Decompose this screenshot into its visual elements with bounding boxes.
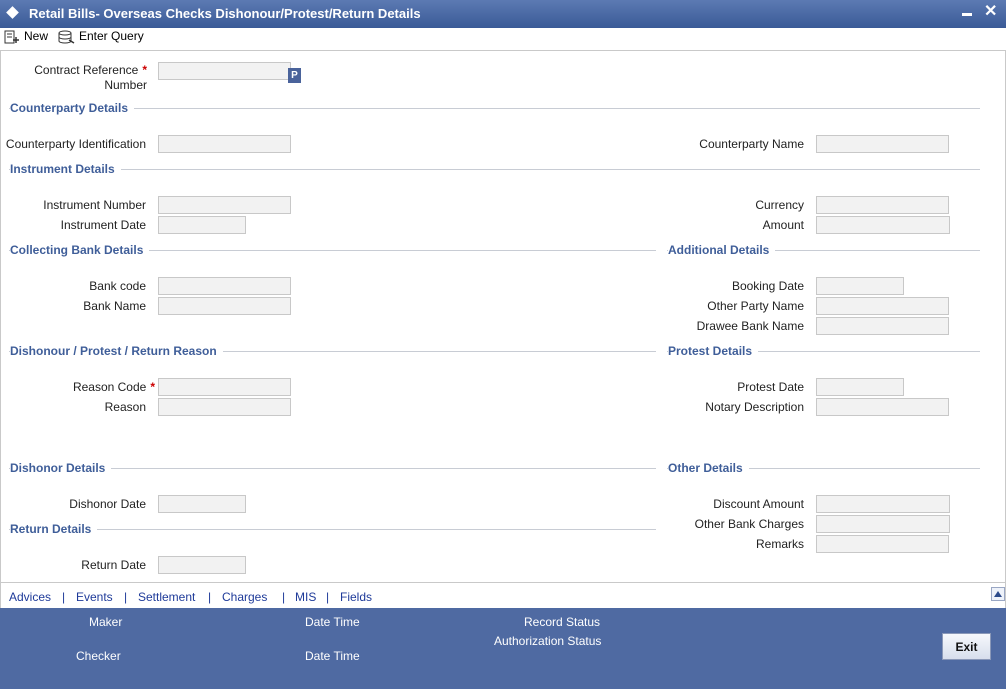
tab-separator: | <box>124 590 128 604</box>
discount-amount-input[interactable] <box>816 495 950 513</box>
amount-label: Amount <box>762 218 804 232</box>
record-status-label: Record Status <box>524 615 601 629</box>
tab-mis[interactable]: MIS <box>295 590 316 604</box>
drawee-bank-name-label: Drawee Bank Name <box>696 319 804 333</box>
dishonor-date-input[interactable] <box>158 495 246 513</box>
checker-date-time-label: Date Time <box>305 649 360 663</box>
counterparty-identification-label: Counterparty Identification <box>5 137 146 151</box>
reason-code-input[interactable] <box>158 378 291 396</box>
app-diamond-icon <box>6 6 19 19</box>
other-bank-charges-input[interactable] <box>816 515 950 533</box>
counterparty-section-title: Counterparty Details <box>10 101 135 115</box>
booking-date-input[interactable] <box>816 277 904 295</box>
new-label: New <box>24 29 49 43</box>
remarks-input[interactable] <box>816 535 949 553</box>
reason-label: Reason <box>104 400 146 414</box>
reason-code-label-text: Reason Code <box>72 380 147 394</box>
instrument-number-label: Instrument Number <box>43 198 146 212</box>
section-divider <box>9 108 980 109</box>
other-section-title: Other Details <box>668 461 749 475</box>
notary-description-input[interactable] <box>816 398 949 416</box>
protest-date-input[interactable] <box>816 378 904 396</box>
contract-reference-label-line2: Number <box>104 78 147 92</box>
instrument-date-input[interactable] <box>158 216 246 234</box>
other-party-name-input[interactable] <box>816 297 949 315</box>
return-date-input[interactable] <box>158 556 246 574</box>
new-icon <box>4 30 19 44</box>
return-date-label: Return Date <box>81 558 146 572</box>
booking-date-label: Booking Date <box>731 279 804 293</box>
contract-reference-input[interactable] <box>158 62 291 80</box>
close-icon[interactable]: ✕ <box>984 3 997 21</box>
counterparty-name-input[interactable] <box>816 135 949 153</box>
tab-separator: | <box>282 590 286 604</box>
dishonor-section-title: Dishonor Details <box>10 461 112 475</box>
window-title-bar: Retail Bills- Overseas Checks Dishonour/… <box>0 0 1006 28</box>
instrument-number-input[interactable] <box>158 196 291 214</box>
query-icon <box>58 30 75 44</box>
dishonor-date-label: Dishonor Date <box>69 497 146 511</box>
other-party-name-label: Other Party Name <box>707 299 804 313</box>
drawee-bank-name-input[interactable] <box>816 317 949 335</box>
enter-query-label: Enter Query <box>79 29 144 43</box>
minimize-icon[interactable]: ▬ <box>962 5 972 23</box>
bank-name-label: Bank Name <box>83 299 146 313</box>
collecting-bank-section-title: Collecting Bank Details <box>10 243 150 257</box>
other-bank-charges-label: Other Bank Charges <box>694 517 804 531</box>
bank-code-input[interactable] <box>158 277 291 295</box>
reason-section-title: Dishonour / Protest / Return Reason <box>10 344 223 358</box>
checker-label: Checker <box>76 649 121 663</box>
counterparty-name-label: Counterparty Name <box>699 137 804 151</box>
contract-reference-label: Contract Reference * <box>1 63 147 77</box>
counterparty-identification-input[interactable] <box>158 135 291 153</box>
instrument-section-title: Instrument Details <box>10 162 121 176</box>
protest-section-title: Protest Details <box>668 344 759 358</box>
section-divider <box>9 169 980 170</box>
protest-date-label: Protest Date <box>737 380 804 394</box>
discount-amount-label: Discount Amount <box>713 497 804 511</box>
tab-separator: | <box>208 590 212 604</box>
reason-code-label: Reason Code * <box>1 380 155 394</box>
contract-lookup-button[interactable]: P <box>288 68 301 83</box>
tab-advices[interactable]: Advices <box>9 590 51 604</box>
required-marker: * <box>150 380 155 394</box>
tab-settlement[interactable]: Settlement <box>138 590 195 604</box>
exit-button[interactable]: Exit <box>942 633 991 660</box>
additional-section-title: Additional Details <box>668 243 776 257</box>
authorization-status-label: Authorization Status <box>494 634 602 648</box>
window-title: Retail Bills- Overseas Checks Dishonour/… <box>29 6 421 21</box>
currency-input[interactable] <box>816 196 949 214</box>
contract-reference-label-line1: Contract Reference <box>34 63 139 77</box>
bank-code-label: Bank code <box>89 279 146 293</box>
bank-name-input[interactable] <box>158 297 291 315</box>
scroll-up-button[interactable] <box>991 587 1005 601</box>
return-section-title: Return Details <box>10 522 98 536</box>
maker-label: Maker <box>89 615 123 629</box>
tab-charges[interactable]: Charges <box>222 590 267 604</box>
maker-date-time-label: Date Time <box>305 615 360 629</box>
instrument-date-label: Instrument Date <box>60 218 146 232</box>
tab-events[interactable]: Events <box>76 590 113 604</box>
triangle-up-icon <box>994 591 1002 597</box>
amount-input[interactable] <box>816 216 950 234</box>
toolbar: New Enter Query <box>0 28 1006 48</box>
sub-screen-tab-bar: Advices | Events | Settlement | Charges … <box>0 582 1006 609</box>
remarks-label: Remarks <box>755 537 804 551</box>
notary-description-label: Notary Description <box>705 400 804 414</box>
audit-footer: Maker Checker Date Time Date Time Record… <box>0 608 1006 689</box>
new-button[interactable]: New <box>4 28 48 46</box>
reason-input[interactable] <box>158 398 291 416</box>
tab-separator: | <box>326 590 330 604</box>
tab-fields[interactable]: Fields <box>340 590 372 604</box>
required-marker: * <box>142 63 147 77</box>
section-divider <box>9 529 656 530</box>
enter-query-button[interactable]: Enter Query <box>58 28 144 46</box>
main-form: Contract Reference * Number P Counterpart… <box>0 50 1006 582</box>
currency-label: Currency <box>755 198 804 212</box>
tab-separator: | <box>62 590 66 604</box>
